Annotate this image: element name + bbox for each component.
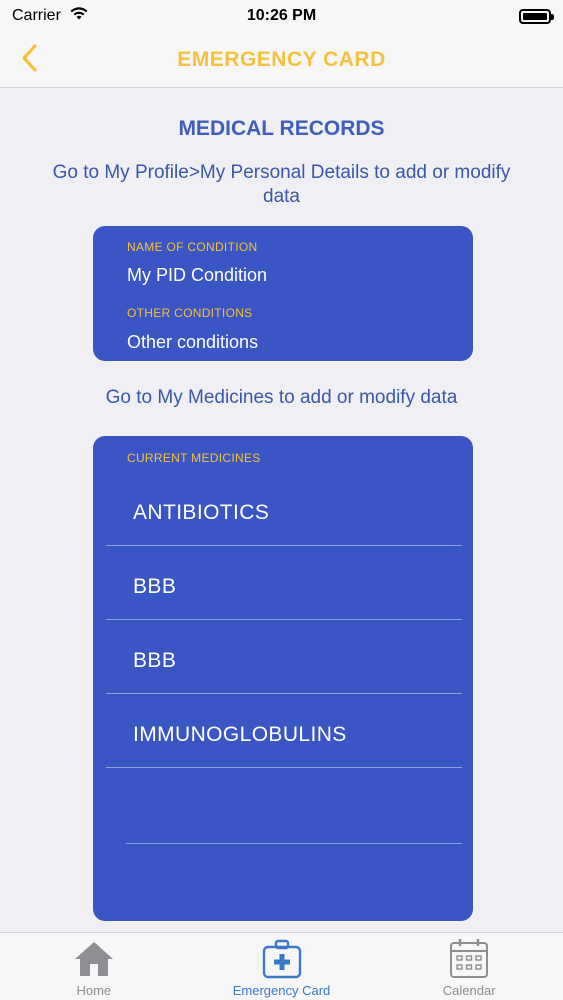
tab-label: Emergency Card bbox=[232, 983, 331, 998]
status-bar: Carrier 10:26 PM bbox=[0, 0, 563, 32]
current-medicines-label: CURRENT MEDICINES bbox=[127, 451, 261, 465]
chevron-left-icon bbox=[20, 43, 38, 78]
tab-label: Home bbox=[76, 983, 112, 998]
content-area: MEDICAL RECORDS Go to My Profile>My Pers… bbox=[0, 89, 563, 932]
battery-icon bbox=[519, 8, 554, 24]
condition-value: My PID Condition bbox=[127, 265, 268, 285]
tab-home[interactable]: Home bbox=[0, 933, 188, 1000]
list-divider bbox=[126, 843, 462, 844]
back-button[interactable] bbox=[14, 42, 44, 78]
profile-hint: Go to My Profile>My Personal Details to … bbox=[52, 162, 511, 207]
other-conditions-label: OTHER CONDITIONS bbox=[127, 306, 253, 320]
other-conditions-value: Other conditions bbox=[127, 332, 259, 352]
medicine-item[interactable]: ANTIBIOTICS bbox=[106, 472, 462, 546]
tab-calendar[interactable]: Calendar bbox=[375, 933, 563, 1000]
navigation-bar: EMERGENCY CARD bbox=[0, 32, 563, 88]
section-title: MEDICAL RECORDS bbox=[178, 117, 385, 140]
home-icon bbox=[72, 937, 116, 981]
conditions-card: NAME OF CONDITION My PID Condition OTHER… bbox=[93, 226, 473, 361]
medical-kit-icon bbox=[260, 937, 304, 981]
calendar-icon bbox=[447, 937, 491, 981]
tab-bar: Home Emergency Card Calendar bbox=[0, 932, 563, 1000]
medicine-name: BBB bbox=[133, 648, 177, 672]
medicine-name: ANTIBIOTICS bbox=[133, 500, 270, 524]
tab-emergency-card[interactable]: Emergency Card bbox=[188, 933, 376, 1000]
medicine-item[interactable] bbox=[106, 768, 462, 842]
medicines-card: CURRENT MEDICINES ANTIBIOTICS BBB BBB IM… bbox=[93, 436, 473, 921]
medicine-name: IMMUNOGLOBULINS bbox=[133, 722, 347, 746]
carrier-label: Carrier bbox=[12, 7, 61, 24]
medicine-item[interactable]: IMMUNOGLOBULINS bbox=[106, 694, 462, 768]
medicine-item[interactable]: BBB bbox=[106, 546, 462, 620]
status-left: Carrier bbox=[12, 6, 89, 26]
medicine-name: BBB bbox=[133, 574, 177, 598]
page-title: EMERGENCY CARD bbox=[177, 47, 386, 71]
tab-label: Calendar bbox=[442, 983, 496, 998]
wifi-icon bbox=[69, 6, 89, 26]
medicine-item[interactable]: BBB bbox=[106, 620, 462, 694]
condition-label: NAME OF CONDITION bbox=[127, 240, 258, 254]
medicines-hint: Go to My Medicines to add or modify data bbox=[105, 387, 458, 408]
